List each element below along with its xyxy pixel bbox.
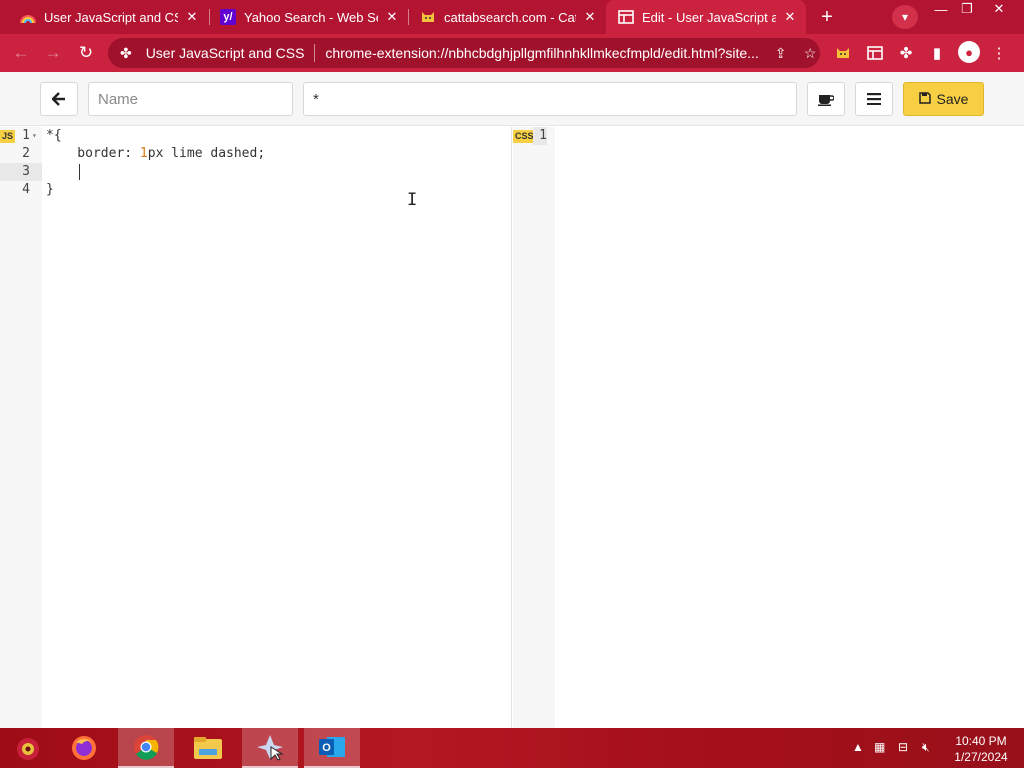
arrow-left-icon [52, 92, 65, 106]
url-text[interactable]: chrome-extension://nbhcbdghjpllgmfilhnhk… [325, 45, 760, 61]
css-code-editor[interactable]: CSS 1 [513, 127, 1024, 728]
yahoo-icon: y/ [220, 9, 236, 25]
code-line: border: 1px lime dashed; [46, 145, 265, 163]
tab-close-icon[interactable]: ✕ [782, 9, 798, 25]
tab-title: Yahoo Search - Web Sear [244, 9, 378, 25]
window-switcher-icon[interactable] [242, 728, 298, 768]
close-window-icon[interactable]: ✕ [984, 0, 1014, 18]
outlook-icon[interactable]: O [304, 728, 360, 768]
browser-tab-strip: User JavaScript and CSS ✕ y/ Yahoo Searc… [0, 0, 1024, 34]
kebab-menu-icon[interactable]: ⋮ [988, 43, 1010, 63]
cat-extension-icon[interactable] [832, 43, 854, 63]
js-code-editor[interactable]: JS 1 ▾ 2 3 4 *{ border: 1px lime dashed;… [0, 127, 512, 728]
tab-search-chevron-icon[interactable]: ▾ [892, 5, 918, 29]
firefox-icon[interactable] [56, 728, 112, 768]
line-number: 4 [22, 182, 30, 197]
line-number: 1 [533, 127, 547, 145]
tab-close-icon[interactable]: ✕ [384, 9, 400, 25]
rainbow-icon [20, 9, 36, 25]
clock-date: 1/27/2024 [954, 750, 1008, 764]
save-button[interactable]: Save [903, 82, 984, 116]
taskbar-clock[interactable]: 10:40 PM 1/27/2024 [944, 733, 1018, 765]
site-pattern-input[interactable] [303, 82, 797, 116]
edit-page: Save JS 1 ▾ 2 3 4 *{ border: 1px lime da… [0, 72, 1024, 728]
puzzle-icon: ✤ [120, 44, 132, 61]
tab-edit-user-javascript[interactable]: Edit - User JavaScript and ✕ [606, 0, 806, 34]
line-number: 1 [22, 128, 30, 143]
network-tray-icon[interactable]: ▦ [874, 740, 885, 754]
share-icon[interactable]: ⇪ [771, 45, 791, 62]
code-number: 1 [139, 146, 148, 161]
floppy-disk-icon [918, 91, 931, 107]
display-tray-icon[interactable]: ⊟ [898, 740, 908, 754]
coffee-button[interactable] [807, 82, 845, 116]
name-input[interactable] [88, 82, 293, 116]
forward-arrow-icon[interactable]: → [40, 40, 66, 66]
back-button[interactable] [40, 82, 78, 116]
code-line: *{ [46, 128, 62, 143]
line-number: 3 [22, 164, 30, 179]
code-text: border: [46, 146, 140, 161]
code-text: px lime dashed; [147, 146, 266, 161]
tab-close-icon[interactable]: ✕ [184, 9, 200, 25]
chrome-icon[interactable] [118, 728, 174, 768]
tab-user-javascript[interactable]: User JavaScript and CSS ✕ [8, 0, 208, 34]
extensions-puzzle-icon[interactable]: ✤ [895, 43, 917, 63]
cat-icon [420, 9, 436, 25]
menu-button[interactable] [855, 82, 893, 116]
restore-icon[interactable]: ❐ [952, 0, 982, 18]
tab-yahoo-search[interactable]: y/ Yahoo Search - Web Sear ✕ [208, 0, 408, 34]
profile-avatar-icon[interactable]: ● [958, 41, 980, 63]
tab-title: Edit - User JavaScript and [642, 9, 776, 25]
tab-close-icon[interactable]: ✕ [582, 9, 598, 25]
table-extension-icon[interactable] [864, 43, 886, 63]
save-label: Save [936, 91, 969, 107]
address-divider [314, 44, 316, 62]
fold-arrow-icon[interactable]: ▾ [32, 131, 37, 140]
clock-time: 10:40 PM [955, 734, 1007, 748]
site-name: User JavaScript and CSS [145, 45, 305, 61]
table-icon [618, 9, 634, 25]
tab-title: cattabsearch.com - Catta [444, 9, 576, 25]
js-badge: JS [0, 130, 16, 143]
tab-cattabsearch[interactable]: cattabsearch.com - Catta ✕ [408, 0, 606, 34]
css-gutter [513, 127, 555, 728]
code-line: } [46, 182, 54, 197]
bookmark-star-icon[interactable]: ☆ [800, 45, 820, 62]
text-caret [79, 164, 80, 180]
js-gutter [0, 127, 42, 728]
new-tab-button[interactable]: + [816, 6, 838, 28]
side-panel-icon[interactable]: ▮ [926, 43, 948, 63]
ibeam-cursor-icon: I [407, 190, 418, 210]
svg-text:O: O [322, 742, 331, 754]
volume-muted-icon[interactable]: 🔇︎ [922, 740, 930, 755]
coffee-cup-icon [818, 95, 834, 106]
tab-title: User JavaScript and CSS [44, 9, 178, 25]
spider-tree-icon[interactable] [0, 728, 56, 768]
reload-icon[interactable]: ↻ [73, 40, 99, 66]
hamburger-menu-icon [867, 93, 881, 105]
address-bar[interactable]: ✤ User JavaScript and CSS chrome-extensi… [108, 38, 820, 68]
line-number: 2 [22, 146, 30, 161]
browser-toolbar: ← → ↻ ✤ User JavaScript and CSS chrome-e… [0, 34, 1024, 72]
windows-taskbar: O ▲ ▦ ⊟ 🔇︎ 10:40 PM 1/27/2024 [0, 728, 1024, 768]
file-explorer-icon[interactable] [180, 728, 236, 768]
back-arrow-icon[interactable]: ← [8, 40, 34, 66]
edit-header: Save [0, 72, 1024, 126]
tray-chevron-icon[interactable]: ▲ [852, 740, 864, 754]
